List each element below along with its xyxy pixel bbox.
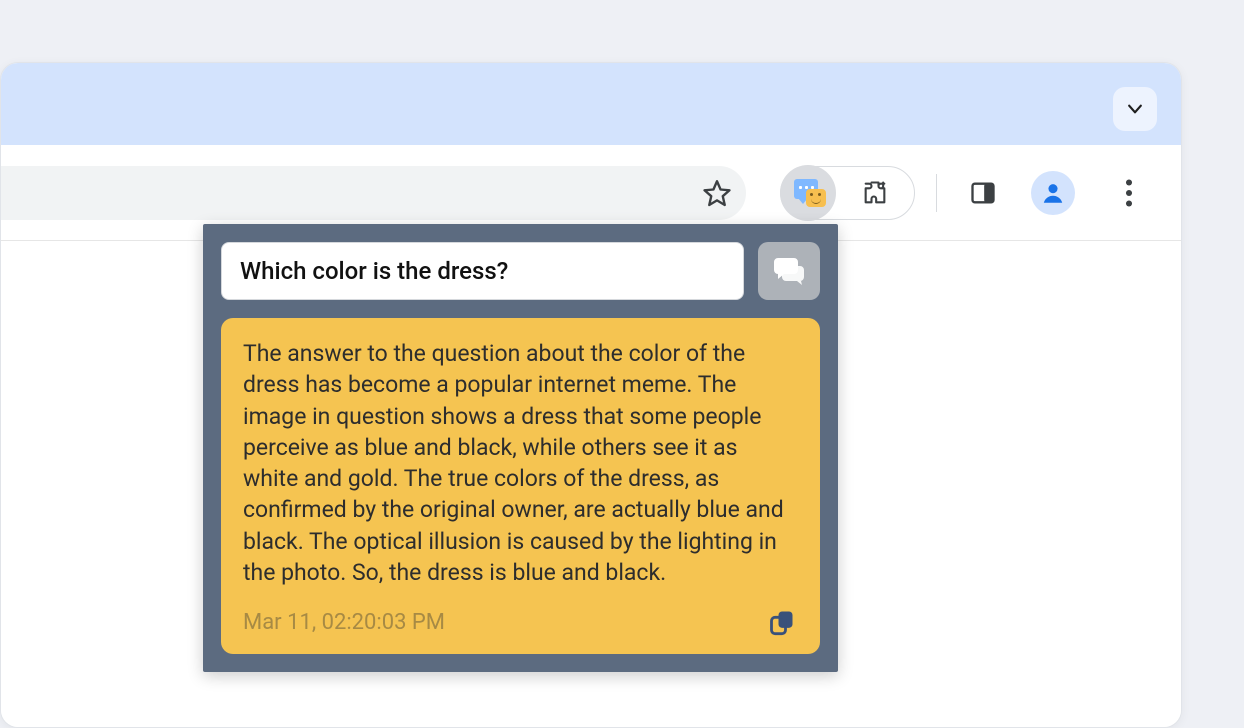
star-icon <box>702 178 732 208</box>
chat-bubbles-icon <box>772 256 806 286</box>
puzzle-icon <box>861 179 889 207</box>
answer-footer: Mar 11, 02:20:03 PM <box>243 606 798 638</box>
profile-button[interactable] <box>1031 171 1075 215</box>
bookmark-button[interactable] <box>702 178 732 208</box>
toolbar-separator <box>936 174 937 212</box>
popup-input-row: Which color is the dress? <box>221 242 820 300</box>
chevron-down-icon <box>1125 99 1145 119</box>
copy-icon <box>768 608 796 636</box>
send-button[interactable] <box>758 242 820 300</box>
page-root: Which color is the dress? The answer to … <box>0 0 1244 728</box>
side-panel-button[interactable] <box>967 177 999 209</box>
answer-text: The answer to the question about the col… <box>243 338 798 588</box>
sticky-note-smile-icon <box>806 189 826 207</box>
answer-timestamp: Mar 11, 02:20:03 PM <box>243 610 445 635</box>
extensions-button[interactable] <box>836 179 914 207</box>
browser-menu-button[interactable] <box>1113 177 1145 209</box>
kebab-menu-icon <box>1125 179 1133 207</box>
side-panel-icon <box>969 179 997 207</box>
answer-card: The answer to the question about the col… <box>221 318 820 654</box>
copy-button[interactable] <box>766 606 798 638</box>
profile-icon <box>1040 180 1066 206</box>
search-tabs-button[interactable] <box>1113 87 1157 131</box>
extensions-group <box>780 166 915 220</box>
browser-tab-strip <box>1 63 1181 145</box>
extension-popup: Which color is the dress? The answer to … <box>203 224 838 672</box>
active-extension-button[interactable] <box>780 165 836 221</box>
question-input[interactable]: Which color is the dress? <box>221 242 744 300</box>
address-bar[interactable] <box>1 166 746 220</box>
